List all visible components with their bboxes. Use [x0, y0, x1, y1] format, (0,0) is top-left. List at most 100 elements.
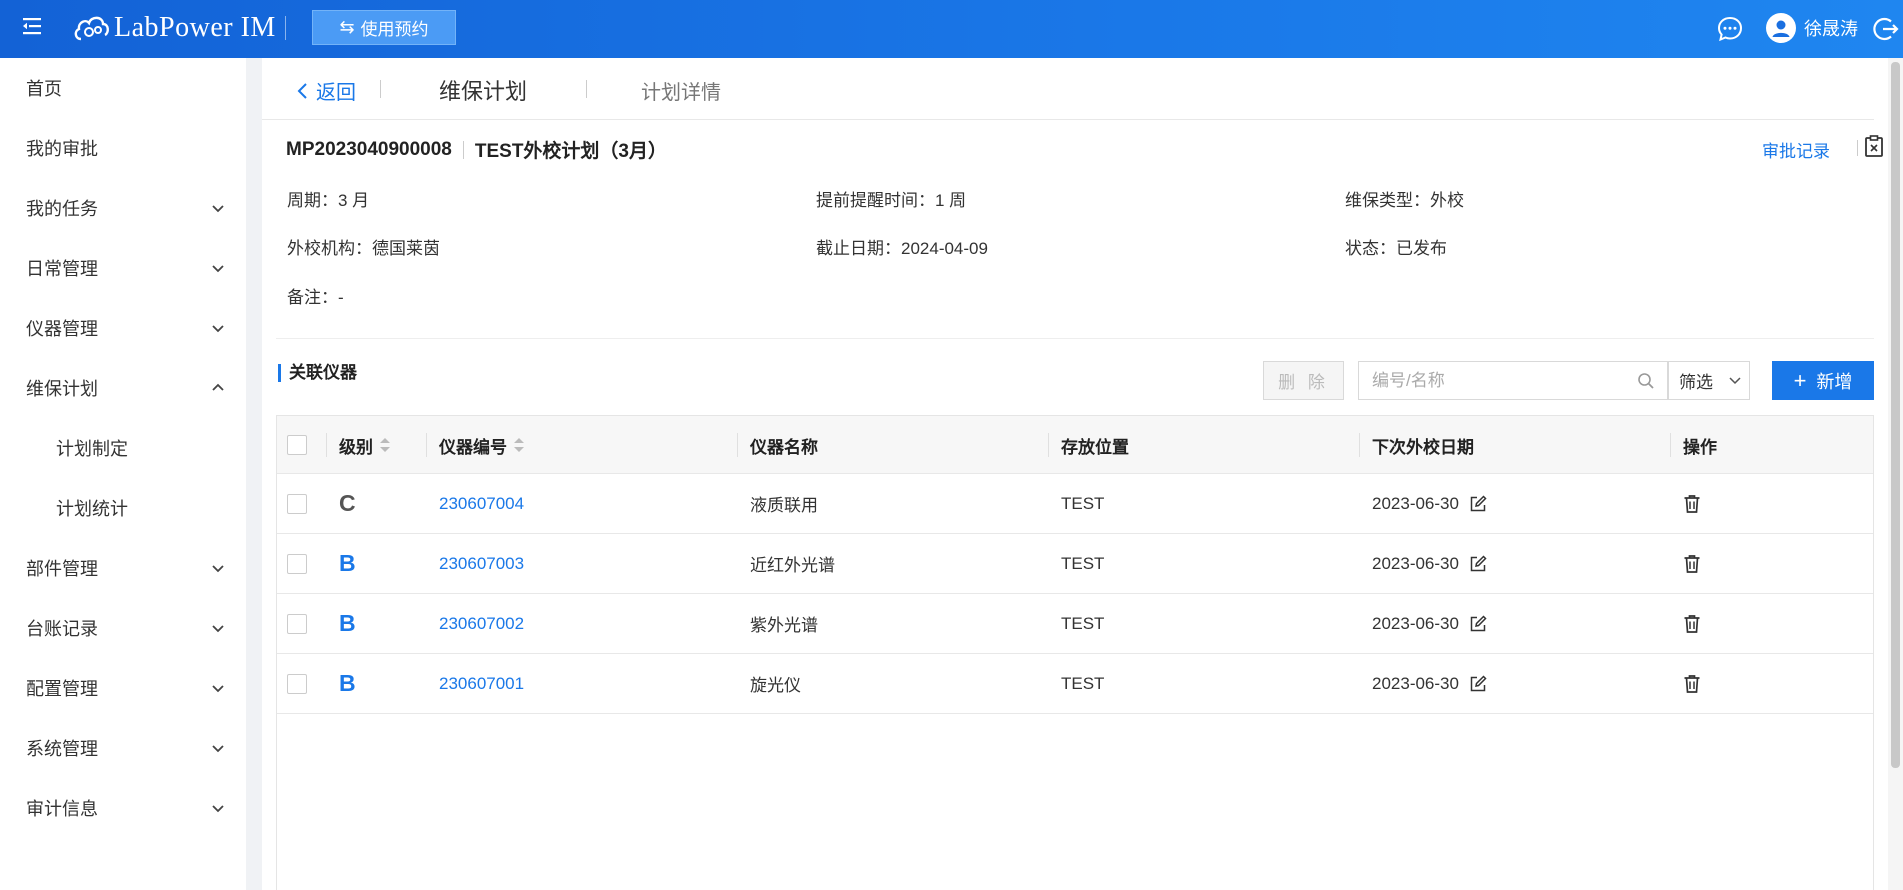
select-all-checkbox[interactable] — [287, 435, 307, 455]
trash-icon[interactable] — [1683, 674, 1701, 694]
trash-icon[interactable] — [1683, 494, 1701, 514]
sidebar-item-label: 计划统计 — [56, 499, 128, 519]
edit-icon[interactable] — [1469, 614, 1487, 633]
tab-maintenance-plan[interactable]: 维保计划 — [439, 74, 527, 106]
sidebar-item-maintenance-plan[interactable]: 维保计划 — [0, 358, 246, 418]
storage-location: TEST — [1061, 553, 1105, 573]
level-badge: B — [339, 550, 356, 576]
plan-code: MP2023040900008 — [286, 138, 452, 160]
row-checkbox[interactable] — [287, 554, 307, 574]
table-row[interactable]: B 230607003 近红外光谱 TEST 2023-06-30 — [277, 534, 1873, 594]
next-date: 2023-06-30 — [1372, 553, 1459, 573]
sidebar-item-plan-statistics[interactable]: 计划统计 — [0, 478, 246, 538]
chevron-down-icon — [212, 205, 224, 213]
chevron-left-icon — [297, 82, 307, 99]
chevron-down-icon — [1729, 377, 1741, 385]
sidebar-item-instrument-management[interactable]: 仪器管理 — [0, 298, 246, 358]
row-actions — [1683, 534, 1701, 593]
swap-icon: ⇆ — [339, 17, 355, 37]
row-actions — [1683, 594, 1701, 653]
trash-icon[interactable] — [1683, 614, 1701, 634]
next-date-cell: 2023-06-30 — [1372, 654, 1487, 713]
column-header-next-date: 下次外校日期 — [1372, 437, 1474, 457]
sidebar-item-audit-info[interactable]: 审计信息 — [0, 778, 246, 838]
sidebar: 首页 我的审批 我的任务 日常管理 仪器管理 维保计划 计划制定 计划统计 部件… — [0, 58, 246, 890]
header-divider — [586, 80, 587, 98]
sidebar-item-system-management[interactable]: 系统管理 — [0, 718, 246, 778]
column-header-actions: 操作 — [1683, 437, 1717, 457]
edit-icon[interactable] — [1469, 674, 1487, 693]
sort-icon[interactable] — [379, 436, 391, 454]
scrollbar-thumb[interactable] — [1891, 62, 1900, 768]
sidebar-item-ledger-records[interactable]: 台账记录 — [0, 598, 246, 658]
sidebar-item-label: 配置管理 — [26, 679, 98, 699]
sidebar-item-label: 维保计划 — [26, 379, 98, 399]
instrument-code-link[interactable]: 230607004 — [439, 474, 524, 533]
edit-icon[interactable] — [1469, 494, 1487, 513]
back-label: 返回 — [316, 82, 356, 104]
menu-fold-icon[interactable] — [20, 14, 44, 38]
brand-logo[interactable]: LabPower IM — [72, 10, 276, 46]
search-input[interactable] — [1359, 362, 1619, 399]
chevron-down-icon — [212, 805, 224, 813]
sidebar-item-label: 计划制定 — [56, 439, 128, 459]
delete-button[interactable]: 删 除 — [1263, 361, 1344, 400]
sidebar-item-config-management[interactable]: 配置管理 — [0, 658, 246, 718]
chevron-down-icon — [212, 565, 224, 573]
next-date: 2023-06-30 — [1372, 493, 1459, 513]
next-date-cell: 2023-06-30 — [1372, 594, 1487, 653]
sidebar-item-my-tasks[interactable]: 我的任务 — [0, 178, 246, 238]
column-header-level[interactable]: 级别 — [339, 416, 391, 474]
use-booking-label: 使用预约 — [360, 20, 429, 39]
instrument-code-link[interactable]: 230607002 — [439, 594, 524, 653]
next-date: 2023-06-30 — [1372, 613, 1459, 633]
sidebar-item-label: 日常管理 — [26, 259, 98, 279]
sidebar-item-daily-management[interactable]: 日常管理 — [0, 238, 246, 298]
column-divider — [1670, 433, 1671, 457]
filter-dropdown[interactable]: 筛选 — [1668, 361, 1750, 400]
next-date-cell: 2023-06-30 — [1372, 474, 1487, 533]
user-menu[interactable]: 徐晟涛 — [1766, 12, 1858, 44]
edit-icon[interactable] — [1469, 554, 1487, 573]
trash-icon[interactable] — [1683, 554, 1701, 574]
table-row[interactable]: B 230607002 紫外光谱 TEST 2023-06-30 — [277, 594, 1873, 654]
level-badge: B — [339, 670, 356, 696]
use-booking-button[interactable]: ⇆ 使用预约 — [312, 10, 456, 45]
column-label: 仪器编号 — [439, 437, 507, 457]
row-actions — [1683, 474, 1701, 533]
add-button[interactable]: + 新增 — [1772, 361, 1874, 400]
column-header-code[interactable]: 仪器编号 — [439, 416, 525, 474]
column-divider — [737, 433, 738, 457]
approval-record-link[interactable]: 审批记录 — [1762, 137, 1830, 162]
info-status: 状态：已发布 — [1345, 239, 1447, 258]
back-link[interactable]: 返回 — [296, 76, 356, 105]
top-bar: LabPower IM ⇆ 使用预约 徐晟涛 — [0, 0, 1903, 58]
clipboard-delete-icon[interactable] — [1862, 134, 1886, 158]
instrument-code-link[interactable]: 230607003 — [439, 534, 524, 593]
section-divider — [276, 338, 1874, 339]
tab-plan-details[interactable]: 计划详情 — [641, 76, 721, 105]
column-divider — [326, 433, 327, 457]
search-icon[interactable] — [1637, 372, 1655, 390]
table-row[interactable]: B 230607001 旋光仪 TEST 2023-06-30 — [277, 654, 1873, 714]
sidebar-item-parts-management[interactable]: 部件管理 — [0, 538, 246, 598]
column-label: 级别 — [339, 437, 373, 457]
chevron-up-icon — [212, 383, 224, 391]
sidebar-item-plan-creation[interactable]: 计划制定 — [0, 418, 246, 478]
table-header: 级别 仪器编号 仪器名称 存放位置 下次外校日期 操作 — [277, 416, 1873, 474]
info-maintenance-type: 维保类型：外校 — [1345, 191, 1464, 210]
cloud-logo-icon — [74, 16, 109, 41]
row-checkbox[interactable] — [287, 494, 307, 514]
sidebar-item-my-approvals[interactable]: 我的审批 — [0, 118, 246, 178]
sidebar-item-home[interactable]: 首页 — [0, 58, 246, 118]
chevron-down-icon — [212, 325, 224, 333]
sort-icon[interactable] — [513, 436, 525, 454]
table-row[interactable]: C 230607004 液质联用 TEST 2023-06-30 — [277, 474, 1873, 534]
row-checkbox[interactable] — [287, 674, 307, 694]
plan-title: MP2023040900008 TEST外校计划（3月） — [286, 136, 667, 163]
instrument-code-link[interactable]: 230607001 — [439, 654, 524, 713]
row-checkbox[interactable] — [287, 614, 307, 634]
logout-icon[interactable] — [1872, 15, 1900, 43]
sidebar-item-label: 我的任务 — [26, 199, 98, 219]
message-icon[interactable] — [1716, 15, 1744, 43]
